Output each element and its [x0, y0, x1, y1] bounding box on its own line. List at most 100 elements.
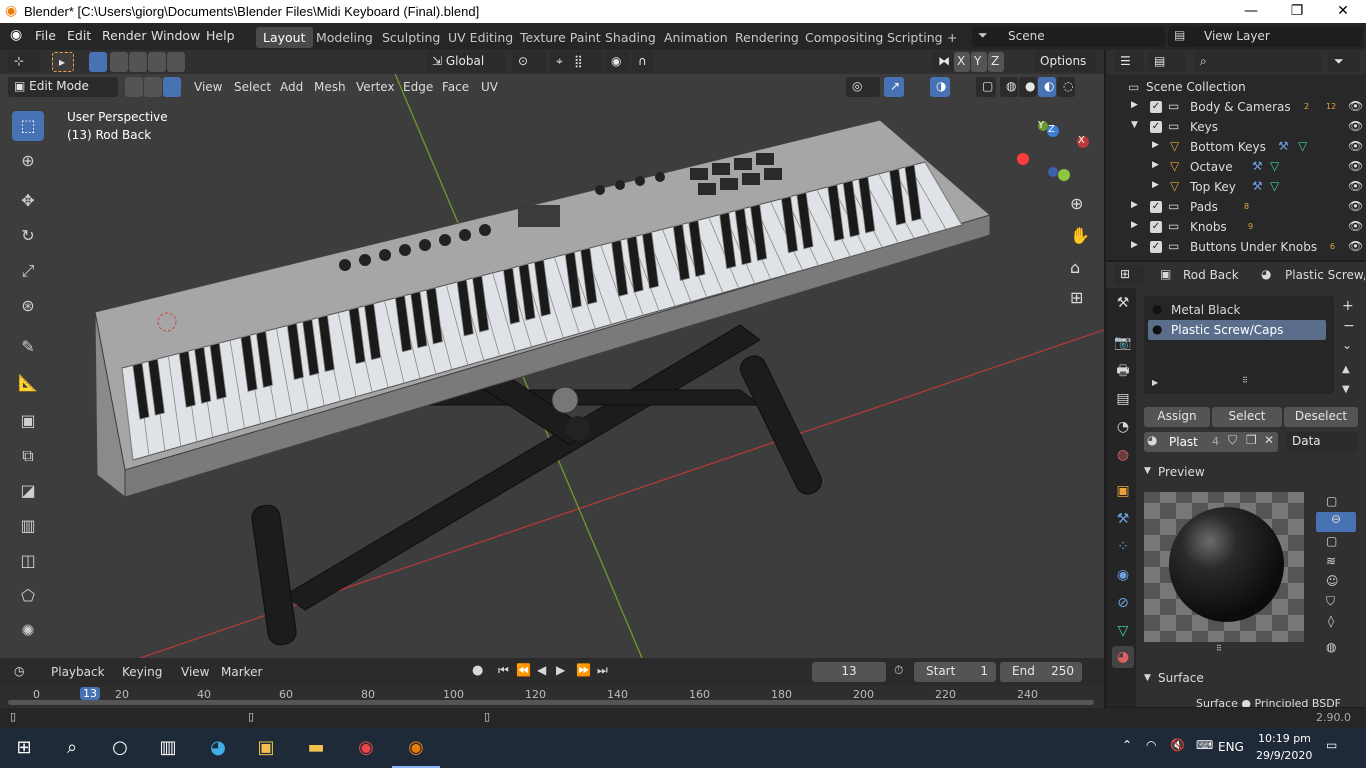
- menu-file[interactable]: File: [35, 28, 56, 43]
- world-tab-icon[interactable]: ◍: [1112, 444, 1134, 466]
- menu-face[interactable]: Face: [442, 80, 469, 94]
- jump-keyframe-back-icon[interactable]: ⏪: [516, 663, 531, 677]
- measure-tool-icon[interactable]: 📐: [12, 368, 44, 398]
- menu-mesh[interactable]: Mesh: [314, 80, 346, 94]
- remove-slot-icon[interactable]: −: [1343, 318, 1355, 334]
- active-tool-icon[interactable]: ▸: [52, 52, 74, 72]
- deselect-button[interactable]: Deselect: [1284, 407, 1358, 427]
- scene-selector[interactable]: ⏷ Scene: [972, 26, 1165, 47]
- windows-start-icon[interactable]: ⊞: [0, 728, 48, 768]
- jump-keyframe-forward-icon[interactable]: ⏩: [576, 663, 591, 677]
- transform-tool-icon[interactable]: ⊛: [12, 291, 44, 321]
- preview-cube-icon[interactable]: ▢: [1326, 534, 1337, 548]
- outliner-row[interactable]: ▶ ▽ Top Key ⚒ ▽ 👁: [1106, 177, 1366, 197]
- 3d-viewport[interactable]: ⊹ ▸ ⇲ Global ⊙ ⌖ ⣿ ◉ ∩ ⧓ X Y Z Options ▣…: [0, 50, 1104, 658]
- auto-keying-toggle-icon[interactable]: ●: [472, 663, 483, 678]
- visibility-eye-icon[interactable]: 👁: [1348, 139, 1363, 153]
- unlink-material-icon[interactable]: ✕: [1264, 433, 1274, 447]
- material-tab-icon[interactable]: ◕: [1112, 646, 1134, 668]
- current-frame-field[interactable]: 13: [812, 662, 886, 682]
- particles-tab-icon[interactable]: ⁘: [1112, 536, 1134, 558]
- playback-menu[interactable]: Playback: [51, 665, 105, 679]
- show-hidden-icons-icon[interactable]: ⌃: [1122, 738, 1132, 752]
- material-shading-button[interactable]: ◐: [1038, 77, 1056, 97]
- extrude-tool-icon[interactable]: ⧉: [12, 441, 44, 471]
- preview-flat-icon[interactable]: ▢: [1326, 494, 1337, 508]
- link-dropdown[interactable]: Data: [1286, 432, 1358, 452]
- editor-type-button[interactable]: ⊹: [8, 52, 40, 72]
- zoom-icon[interactable]: ⊕: [1070, 194, 1083, 213]
- network-icon[interactable]: ◠: [1146, 738, 1156, 752]
- jump-start-icon[interactable]: ⏮: [498, 663, 509, 678]
- include-checkbox[interactable]: ✓: [1150, 201, 1162, 213]
- move-slot-up-icon[interactable]: ▲: [1342, 364, 1350, 375]
- marker-menu[interactable]: Marker: [221, 665, 262, 679]
- slot-specials-icon[interactable]: ⌄: [1342, 338, 1352, 352]
- menu-edit[interactable]: Edit: [67, 28, 91, 43]
- modifier-tab-icon[interactable]: ⚒: [1112, 508, 1134, 530]
- edge-select-button[interactable]: [144, 77, 162, 97]
- mirror-x-toggle[interactable]: X: [954, 52, 970, 72]
- visibility-eye-icon[interactable]: 👁: [1348, 239, 1363, 253]
- rendered-shading-button[interactable]: ◌: [1057, 77, 1075, 97]
- expand-arrow-icon[interactable]: ▶: [1131, 200, 1138, 210]
- gizmo-y-label[interactable]: Y: [1038, 120, 1044, 131]
- pivot-point-dropdown[interactable]: ⊙: [512, 52, 546, 72]
- task-view-icon[interactable]: ▥: [144, 728, 192, 768]
- timeline-scrollbar[interactable]: [8, 700, 1094, 705]
- pan-hand-icon[interactable]: ✋: [1070, 226, 1090, 245]
- expand-arrow-icon[interactable]: ▶: [1152, 140, 1159, 150]
- ortho-grid-icon[interactable]: ⊞: [1070, 288, 1083, 307]
- face-select-button[interactable]: [163, 77, 181, 97]
- transform-orientation-dropdown[interactable]: ⇲ Global: [426, 52, 506, 72]
- expand-arrow-icon[interactable]: ▶: [1152, 180, 1159, 190]
- preview-cloth-icon[interactable]: ⛉: [1326, 594, 1335, 609]
- end-frame-field[interactable]: End 250: [1000, 662, 1082, 682]
- tab-modeling[interactable]: Modeling: [309, 27, 380, 48]
- mode-dropdown[interactable]: ▣ Edit Mode: [8, 77, 118, 97]
- gizmo-toggle[interactable]: ↗: [884, 77, 904, 97]
- play-reverse-icon[interactable]: ◀: [537, 663, 546, 677]
- menu-render[interactable]: Render: [102, 28, 147, 43]
- tab-animation[interactable]: Animation: [657, 27, 735, 48]
- playhead[interactable]: 13: [80, 687, 100, 700]
- blender-taskbar-icon[interactable]: ◉: [392, 728, 440, 768]
- move-tool-icon[interactable]: ✥: [12, 186, 44, 216]
- mirror-icon[interactable]: ⧓: [932, 52, 954, 72]
- list-resize-handle-icon[interactable]: ⠿: [1242, 376, 1248, 385]
- xray-toggle[interactable]: ▢: [976, 77, 996, 97]
- spin-tool-icon[interactable]: ✺: [12, 616, 44, 646]
- constraints-tab-icon[interactable]: ⊘: [1112, 592, 1134, 614]
- select-mode-intersect-icon[interactable]: [148, 52, 166, 72]
- menu-add[interactable]: Add: [280, 80, 303, 94]
- falloff-dropdown[interactable]: ∩: [632, 52, 654, 72]
- scene-tab-icon[interactable]: ◔: [1112, 416, 1134, 438]
- blender-menu-icon[interactable]: ◉: [10, 27, 22, 43]
- play-icon[interactable]: ▶: [556, 663, 565, 677]
- material-datablock[interactable]: ◕ Plast 4 ⛉ ❐ ✕: [1144, 432, 1278, 452]
- clock-date[interactable]: 29/9/2020: [1256, 749, 1312, 762]
- visibility-dropdown[interactable]: ◎: [846, 77, 880, 97]
- menu-vertex[interactable]: Vertex: [356, 80, 395, 94]
- preview-collapse-arrow-icon[interactable]: ▼: [1144, 466, 1151, 476]
- mesh-data-tab-icon[interactable]: ▽: [1112, 620, 1134, 642]
- menu-view[interactable]: View: [194, 80, 222, 94]
- outliner-row[interactable]: ▶ ✓ ▭ Knobs 9 👁: [1106, 217, 1366, 237]
- duplicate-material-icon[interactable]: ❐: [1246, 433, 1257, 447]
- tab-uv-editing[interactable]: UV Editing: [441, 27, 520, 48]
- assign-button[interactable]: Assign: [1144, 407, 1210, 427]
- select-mode-subtract-icon[interactable]: [129, 52, 147, 72]
- properties-editor-type-button[interactable]: ⊞: [1114, 265, 1144, 285]
- preview-panel-title[interactable]: Preview: [1158, 465, 1205, 479]
- preview-hair-icon[interactable]: ≋: [1326, 554, 1336, 568]
- outliner-row[interactable]: ▼ ✓ ▭ Keys 👁: [1106, 117, 1366, 137]
- tool-settings-tab-icon[interactable]: ⚒: [1112, 292, 1134, 314]
- world-preview-toggle-icon[interactable]: ◍: [1326, 640, 1336, 654]
- visibility-eye-icon[interactable]: 👁: [1348, 199, 1363, 213]
- clock-time[interactable]: 10:19 pm: [1258, 732, 1311, 745]
- store-icon[interactable]: ▣: [242, 728, 290, 768]
- cursor-tool-icon[interactable]: ⊕: [12, 146, 44, 176]
- material-name[interactable]: Plast: [1169, 435, 1198, 449]
- menu-select[interactable]: Select: [234, 80, 271, 94]
- keyboard-icon[interactable]: ⌨: [1196, 738, 1213, 752]
